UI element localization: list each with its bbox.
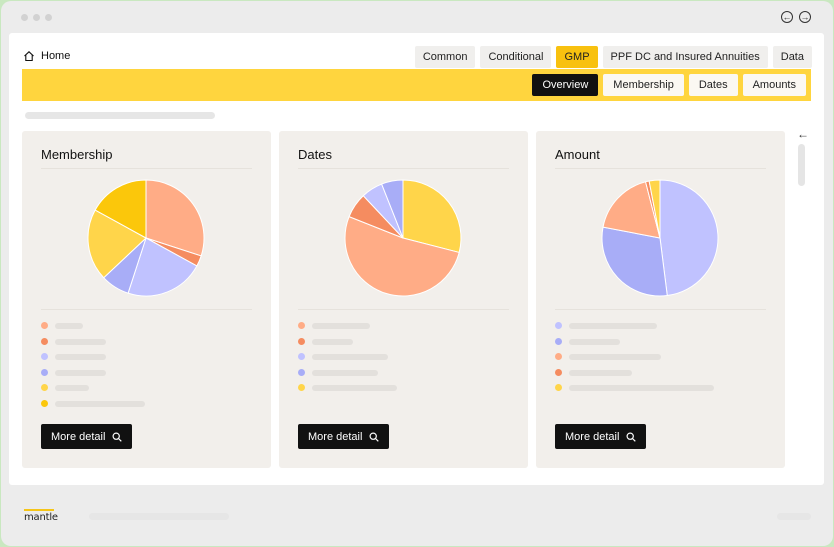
- divider: [41, 309, 252, 310]
- divider: [555, 168, 766, 169]
- legend-dot: [298, 337, 305, 345]
- more-detail-button[interactable]: More detail: [298, 424, 390, 449]
- back-circle-icon[interactable]: ←: [781, 11, 793, 23]
- legend-placeholder: [312, 385, 397, 392]
- legend-dot: [41, 353, 48, 361]
- amount-pie-chart: [601, 179, 719, 297]
- tab-conditional[interactable]: Conditional: [480, 46, 552, 68]
- legend-dot: [41, 368, 48, 376]
- legend-dot: [298, 322, 305, 329]
- legend-dot: [555, 368, 562, 376]
- legend-placeholder: [55, 400, 145, 407]
- search-icon: [369, 431, 380, 442]
- search-icon: [112, 431, 123, 442]
- legend-placeholder: [569, 338, 620, 345]
- footer-placeholder-right: [777, 513, 811, 520]
- legend-placeholder: [312, 354, 388, 361]
- membership-card: Membership More detail: [22, 131, 271, 468]
- home-icon: [24, 51, 34, 62]
- collapse-arrow-icon[interactable]: ←: [797, 127, 809, 141]
- loading-placeholder: [25, 112, 215, 119]
- legend-dot: [298, 384, 305, 392]
- legend-placeholder: [55, 323, 83, 329]
- card-title: Membership: [41, 147, 113, 162]
- divider: [298, 309, 509, 310]
- subtab-dates[interactable]: Dates: [688, 74, 738, 96]
- legend-dot: [41, 399, 48, 407]
- dates-pie-chart: [344, 179, 462, 297]
- subtab-amounts[interactable]: Amounts: [742, 74, 806, 96]
- legend-placeholder: [312, 323, 370, 329]
- subtabs: Overview Membership Dates Amounts: [532, 74, 806, 96]
- logo-accent: [24, 509, 54, 511]
- membership-pie-chart: [87, 179, 205, 297]
- search-icon: [626, 431, 637, 442]
- legend-dot: [555, 322, 562, 329]
- divider: [298, 168, 509, 169]
- footer-placeholder: [89, 513, 229, 520]
- legend-placeholder: [569, 385, 714, 392]
- more-detail-label: More detail: [51, 430, 106, 443]
- forward-circle-icon[interactable]: →: [799, 11, 811, 23]
- legend-placeholder: [569, 323, 657, 329]
- legend-dot: [41, 337, 48, 345]
- legend-placeholder: [312, 369, 378, 376]
- window-controls: [21, 14, 52, 21]
- tab-ppf-dc[interactable]: PPF DC and Insured Annuities: [602, 46, 768, 68]
- logo-text: mantle: [24, 512, 58, 523]
- legend-dot: [555, 337, 562, 345]
- amount-card: Amount More detail: [536, 131, 785, 468]
- main-window: Home Common Conditional GMP PPF DC and I…: [9, 33, 824, 485]
- browser-nav: ← →: [781, 11, 811, 23]
- legend-placeholder: [55, 354, 106, 361]
- legend-dot: [555, 384, 562, 392]
- legend-dot: [298, 353, 305, 361]
- legend-placeholder: [55, 369, 106, 376]
- home-label: Home: [41, 50, 71, 62]
- legend-placeholder: [55, 385, 89, 392]
- window-dot[interactable]: [45, 14, 52, 21]
- window-dot[interactable]: [21, 14, 28, 21]
- legend-placeholder: [569, 354, 661, 361]
- title-bar: ← →: [1, 1, 833, 33]
- card-title: Amount: [555, 147, 600, 162]
- tab-data[interactable]: Data: [772, 46, 812, 68]
- tab-gmp[interactable]: GMP: [556, 46, 598, 68]
- more-detail-button[interactable]: More detail: [555, 424, 647, 449]
- legend-dot: [298, 368, 305, 376]
- legend-placeholder: [55, 338, 106, 345]
- divider: [41, 168, 252, 169]
- divider: [555, 309, 766, 310]
- subtab-overview[interactable]: Overview: [532, 74, 599, 96]
- scrollbar-thumb[interactable]: [798, 144, 805, 186]
- subtab-membership[interactable]: Membership: [603, 74, 684, 96]
- mantle-logo: mantle: [24, 509, 58, 523]
- card-title: Dates: [298, 147, 332, 162]
- top-tabs: Common Conditional GMP PPF DC and Insure…: [414, 46, 812, 68]
- legend-placeholder: [312, 338, 353, 345]
- legend-placeholder: [569, 369, 632, 376]
- window-dot[interactable]: [33, 14, 40, 21]
- more-detail-label: More detail: [565, 430, 620, 443]
- legend-dot: [41, 322, 48, 329]
- more-detail-label: More detail: [308, 430, 363, 443]
- more-detail-button[interactable]: More detail: [41, 424, 133, 449]
- home-link[interactable]: Home: [23, 50, 70, 62]
- legend-dot: [555, 353, 562, 361]
- subnav-bar: Overview Membership Dates Amounts: [22, 69, 811, 101]
- pie-slice: [659, 179, 719, 297]
- legend-dot: [41, 384, 48, 392]
- app-frame: ← → Home Common Conditional GMP PPF DC a…: [1, 1, 833, 546]
- tab-common[interactable]: Common: [414, 46, 476, 68]
- dates-card: Dates More detail: [279, 131, 528, 468]
